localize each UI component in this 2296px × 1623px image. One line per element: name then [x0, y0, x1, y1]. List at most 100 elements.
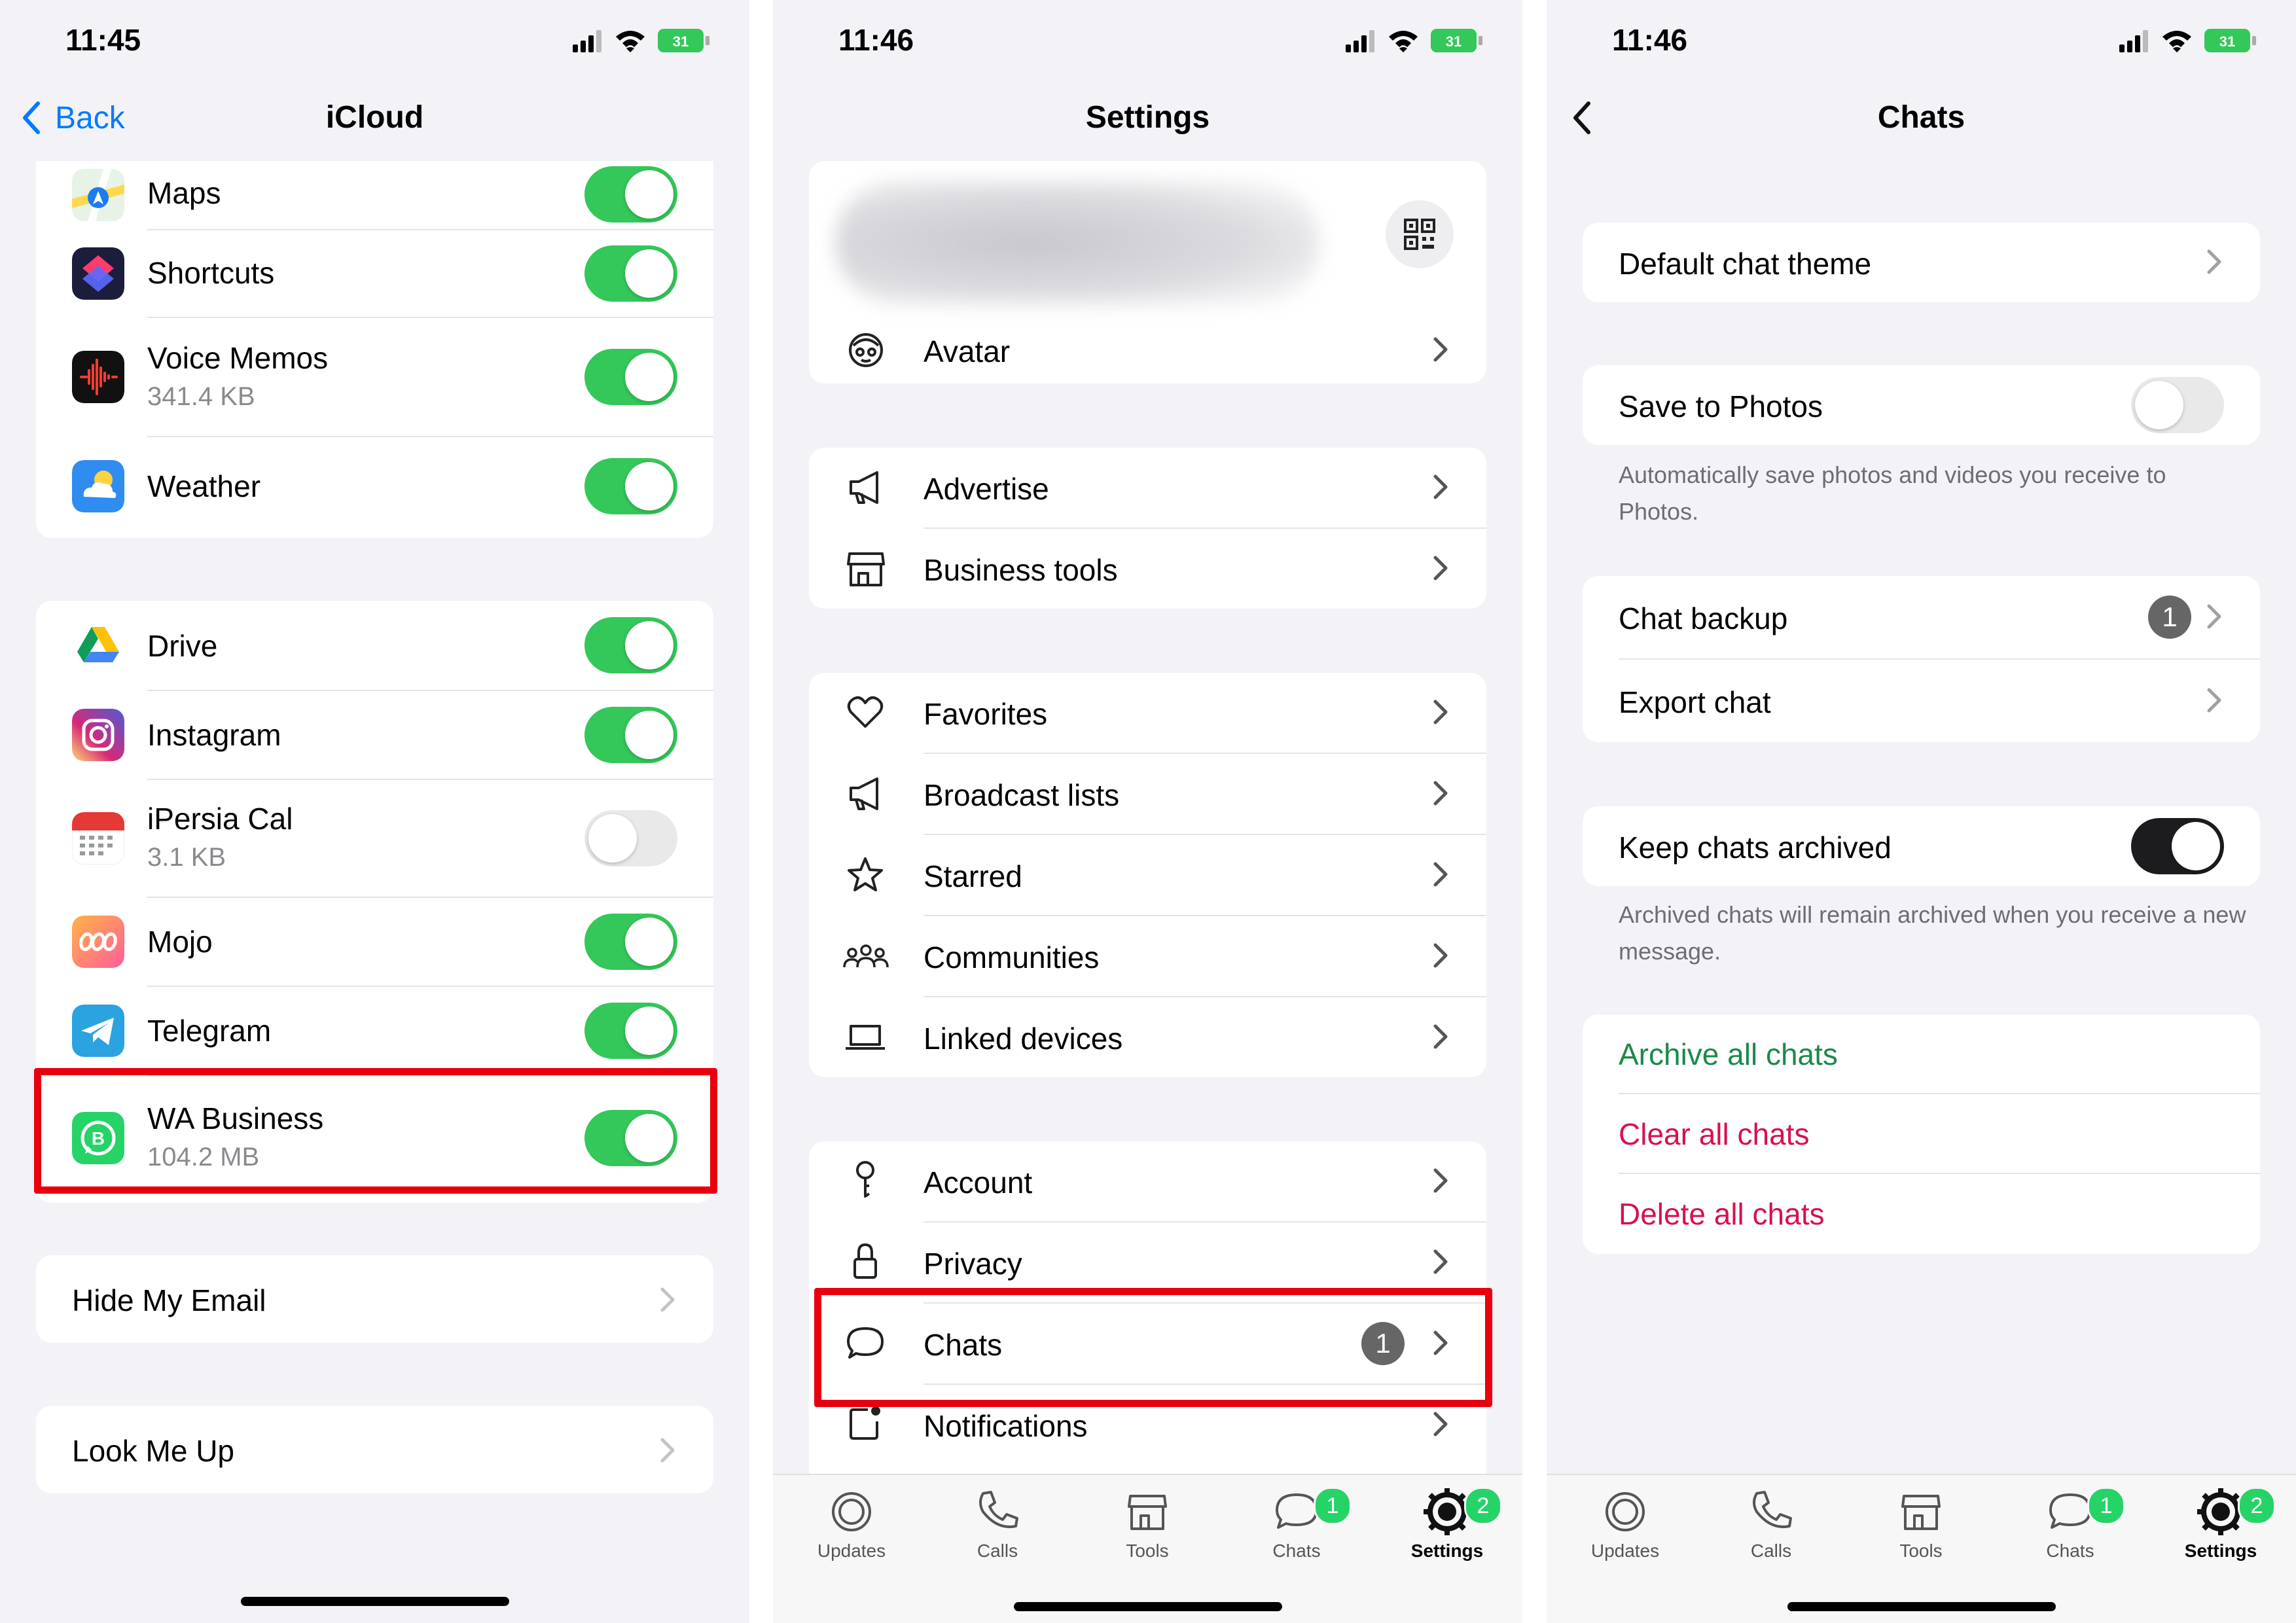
- chevron-right-icon: [1433, 700, 1448, 724]
- clear-all-chats-button: Clear all chats: [1619, 1117, 1810, 1151]
- tab-updates[interactable]: Updates: [1560, 1486, 1691, 1561]
- export-chat-row[interactable]: Export chat: [1583, 660, 2260, 742]
- tab-settings[interactable]: Settings 2: [1382, 1486, 1513, 1561]
- look-me-up-row[interactable]: Look Me Up: [36, 1406, 713, 1493]
- ipersia-cal-toggle[interactable]: [584, 810, 677, 866]
- chats-tab-badge: 1: [1314, 1487, 1352, 1525]
- voice-memos-toggle[interactable]: [584, 349, 677, 405]
- archive-all-chats-button: Archive all chats: [1619, 1037, 1838, 1071]
- communities-row[interactable]: Communities: [809, 916, 1486, 996]
- tab-updates[interactable]: Updates: [786, 1486, 917, 1561]
- tab-tools[interactable]: Tools: [1082, 1486, 1213, 1561]
- status-bar: 11:46 31: [1547, 0, 2296, 79]
- star-icon: [848, 857, 883, 891]
- telegram-toggle[interactable]: [584, 1003, 677, 1059]
- profile-card: Avatar: [809, 161, 1486, 383]
- app-label: Mojo: [147, 925, 213, 959]
- hide-my-email-row[interactable]: Hide My Email: [36, 1255, 713, 1343]
- tab-settings[interactable]: Settings 2: [2155, 1486, 2286, 1561]
- phone-icon: [979, 1491, 1018, 1528]
- starred-row[interactable]: Starred: [809, 835, 1486, 915]
- app-row-mojo: Mojo: [36, 898, 713, 986]
- account-row[interactable]: Account: [809, 1141, 1486, 1221]
- tab-calls[interactable]: Calls: [932, 1486, 1063, 1561]
- app-label: Telegram: [147, 1014, 272, 1048]
- business-tools-row[interactable]: Business tools: [809, 529, 1486, 609]
- storefront-icon: [1901, 1495, 1941, 1530]
- status-time: 11:46: [1612, 23, 1688, 57]
- row-label: Chat backup: [1619, 601, 1788, 635]
- tab-chats[interactable]: Chats 1: [1231, 1486, 1362, 1561]
- chevron-right-icon: [660, 1438, 675, 1463]
- weather-toggle[interactable]: [584, 458, 677, 514]
- drive-toggle[interactable]: [584, 617, 677, 673]
- chevron-right-icon: [1433, 1249, 1448, 1274]
- status-time: 11:46: [838, 23, 914, 57]
- chat-backup-row[interactable]: Chat backup 1: [1583, 576, 2260, 658]
- chevron-right-icon: [1433, 862, 1448, 887]
- status-icons: 31: [1346, 29, 1482, 52]
- updates-icon: [832, 1492, 871, 1531]
- mojo-toggle[interactable]: [584, 914, 677, 970]
- app-label: Drive: [147, 629, 218, 663]
- chevron-right-icon: [1433, 1024, 1448, 1049]
- app-row-voice-memos: Voice Memos 341.4 KB: [36, 318, 713, 436]
- avatar-icon: [849, 333, 883, 367]
- chevron-right-icon: [1433, 943, 1448, 968]
- tab-chats[interactable]: Chats 1: [2005, 1486, 2136, 1561]
- row-label: Favorites: [924, 697, 1048, 731]
- delete-all-chats-button: Delete all chats: [1619, 1197, 1825, 1231]
- keep-chats-archived-row: Keep chats archived: [1583, 806, 2260, 886]
- settings-tab-badge: 2: [2238, 1487, 2276, 1525]
- heart-icon: [847, 696, 884, 728]
- app-label: iPersia Cal: [147, 802, 293, 836]
- app-row-instagram: Instagram: [36, 691, 713, 779]
- avatar-row[interactable]: Avatar: [809, 315, 1486, 383]
- backup-export-group: Chat backup 1 Export chat: [1583, 576, 2260, 742]
- drive-icon: [72, 619, 124, 671]
- chevron-right-icon: [1433, 556, 1448, 580]
- linked-devices-row[interactable]: Linked devices: [809, 997, 1486, 1077]
- home-indicator: [1013, 1602, 1282, 1611]
- chevron-right-icon: [1433, 781, 1448, 806]
- row-label: Save to Photos: [1619, 389, 1823, 423]
- save-to-photos-toggle[interactable]: [2131, 377, 2224, 433]
- communities-icon: [843, 944, 889, 968]
- clear-all-chats-row[interactable]: Clear all chats: [1583, 1094, 2260, 1173]
- favorites-row[interactable]: Favorites: [809, 673, 1486, 753]
- app-label: Weather: [147, 469, 261, 503]
- instagram-toggle[interactable]: [584, 707, 677, 763]
- row-label: Default chat theme: [1619, 247, 1872, 281]
- mojo-icon: [72, 916, 124, 968]
- maps-toggle[interactable]: [584, 166, 677, 223]
- page-title: Settings: [1085, 100, 1210, 135]
- archive-all-chats-row[interactable]: Archive all chats: [1583, 1014, 2260, 1093]
- chevron-right-icon: [2207, 604, 2221, 629]
- tab-calls[interactable]: Calls: [1706, 1486, 1837, 1561]
- tab-label: Tools: [1899, 1541, 1943, 1561]
- business-group: Advertise Business tools: [809, 448, 1486, 609]
- battery-level: 31: [2219, 33, 2235, 50]
- default-chat-theme-row[interactable]: Default chat theme: [1583, 223, 2260, 302]
- broadcast-lists-row[interactable]: Broadcast lists: [809, 754, 1486, 834]
- blurred-profile[interactable]: [835, 181, 1319, 305]
- tab-tools[interactable]: Tools: [1856, 1486, 1986, 1561]
- page-title: Chats: [1877, 100, 1965, 135]
- row-label: Linked devices: [924, 1022, 1123, 1056]
- keep-chats-archived-toggle[interactable]: [2131, 818, 2224, 874]
- tab-bar: Updates Calls Tools Chats 1 Settings 2: [773, 1474, 1522, 1623]
- row-label: Business tools: [924, 553, 1118, 587]
- qr-code-icon: [1404, 219, 1435, 250]
- battery-level: 31: [673, 33, 689, 50]
- row-label: Starred: [924, 859, 1022, 893]
- megaphone-icon: [850, 777, 878, 810]
- advertise-row[interactable]: Advertise: [809, 448, 1486, 527]
- tab-label: Updates: [817, 1541, 886, 1561]
- app-row-shortcuts: Shortcuts: [36, 230, 713, 317]
- row-label: Hide My Email: [72, 1283, 266, 1317]
- qr-code-button[interactable]: [1386, 200, 1454, 268]
- shortcuts-toggle[interactable]: [584, 245, 677, 302]
- storefront-icon: [1128, 1495, 1167, 1530]
- delete-all-chats-row[interactable]: Delete all chats: [1583, 1174, 2260, 1253]
- row-label: Notifications: [924, 1409, 1088, 1443]
